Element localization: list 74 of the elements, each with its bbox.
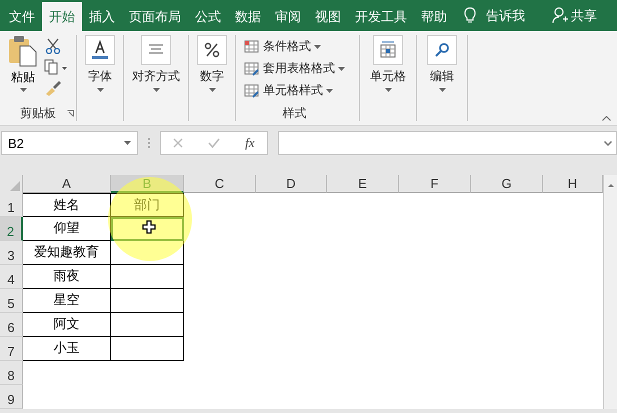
column-header[interactable]: D bbox=[256, 175, 327, 193]
drag-handle-icon[interactable] bbox=[148, 138, 150, 148]
ribbon-button[interactable]: 编辑 bbox=[427, 35, 457, 105]
ribbon-tab[interactable]: 插入 bbox=[82, 2, 122, 31]
ribbon-tab[interactable]: 页面布局 bbox=[122, 2, 188, 31]
table-cell: 部门 bbox=[111, 193, 184, 217]
style-menu-button[interactable]: 单元格样式 bbox=[244, 82, 345, 99]
table-cell: 小玉 bbox=[23, 337, 111, 361]
ribbon-tab[interactable]: 帮助 bbox=[414, 2, 454, 31]
ribbon-tab[interactable]: 公式 bbox=[188, 2, 228, 31]
row-header[interactable]: 4 bbox=[0, 265, 23, 289]
row-header[interactable]: 3 bbox=[0, 241, 23, 265]
person-icon bbox=[552, 7, 568, 24]
lightbulb-icon bbox=[464, 7, 476, 24]
column-header[interactable]: F bbox=[399, 175, 471, 193]
scissors-icon[interactable] bbox=[44, 38, 62, 54]
table-cell: 阿文 bbox=[23, 313, 111, 337]
font-color-icon bbox=[89, 39, 111, 61]
caret-icon bbox=[152, 88, 160, 92]
check-icon[interactable] bbox=[208, 138, 220, 148]
ribbon-tab[interactable]: 文件 bbox=[2, 2, 42, 31]
ribbon-button[interactable]: 单元格 bbox=[370, 35, 406, 105]
ribbon-button[interactable]: 字体 bbox=[85, 35, 115, 105]
table-format-icon bbox=[244, 84, 260, 98]
row-header[interactable]: 1 bbox=[0, 193, 23, 217]
column-header[interactable]: E bbox=[327, 175, 399, 193]
row-header[interactable]: 9 bbox=[0, 385, 23, 409]
name-box[interactable]: B2 bbox=[1, 131, 138, 155]
row-header[interactable]: 5 bbox=[0, 289, 23, 313]
formula-input[interactable] bbox=[278, 131, 617, 155]
group-label: 剪贴板 bbox=[20, 106, 56, 120]
clipboard-icon bbox=[8, 35, 38, 67]
table-cell: 星空 bbox=[23, 289, 111, 313]
tell-me-search[interactable]: 告诉我 bbox=[486, 6, 525, 24]
caret-icon bbox=[384, 88, 392, 92]
caret-icon bbox=[338, 66, 345, 70]
dialog-launcher-icon[interactable] bbox=[67, 110, 74, 117]
table-format-icon bbox=[244, 62, 260, 76]
caret-icon bbox=[314, 44, 321, 48]
ribbon-button[interactable]: 数字 bbox=[197, 35, 227, 105]
caret-icon bbox=[20, 88, 26, 92]
style-menu-button[interactable]: 条件格式 bbox=[244, 38, 345, 55]
brush-icon[interactable] bbox=[44, 80, 62, 96]
paste-button[interactable]: 粘贴 bbox=[8, 35, 38, 105]
ribbon-tab[interactable]: 审阅 bbox=[268, 2, 308, 31]
caret-icon bbox=[438, 88, 446, 92]
row-header[interactable]: 8 bbox=[0, 361, 23, 385]
insert-function-button[interactable]: fx bbox=[245, 135, 255, 151]
style-menu-button[interactable]: 套用表格格式 bbox=[244, 60, 345, 77]
expand-icon[interactable] bbox=[604, 140, 612, 146]
cursor-icon bbox=[142, 220, 156, 234]
table-cell: 雨夜 bbox=[23, 265, 111, 289]
conditional-format-icon bbox=[244, 40, 260, 54]
group-label: 样式 bbox=[282, 106, 306, 120]
table-cell: 姓名 bbox=[23, 193, 111, 217]
ribbon-tab[interactable]: 数据 bbox=[228, 2, 268, 31]
caret-icon bbox=[208, 88, 216, 92]
row-header[interactable]: 7 bbox=[0, 337, 23, 361]
ribbon-tab[interactable]: 开发工具 bbox=[348, 2, 414, 31]
caret-icon bbox=[124, 141, 131, 145]
collapse-ribbon-icon[interactable] bbox=[602, 116, 611, 121]
caret-icon bbox=[96, 88, 104, 92]
ribbon-tab[interactable]: 视图 bbox=[308, 2, 348, 31]
caret-icon bbox=[326, 88, 333, 92]
ribbon-button[interactable]: 对齐方式 bbox=[132, 35, 180, 105]
table-cell: 爱知趣教育 bbox=[23, 241, 111, 265]
share-button[interactable]: 共享 bbox=[546, 0, 603, 31]
column-header[interactable]: G bbox=[471, 175, 543, 193]
ribbon-tab[interactable]: 开始 bbox=[42, 2, 82, 31]
copy-icon[interactable] bbox=[44, 59, 68, 75]
row-header[interactable]: 6 bbox=[0, 313, 23, 337]
row-header[interactable]: 2 bbox=[0, 217, 23, 241]
column-header[interactable]: C bbox=[184, 175, 256, 193]
table-cell: 仰望 bbox=[23, 217, 111, 241]
